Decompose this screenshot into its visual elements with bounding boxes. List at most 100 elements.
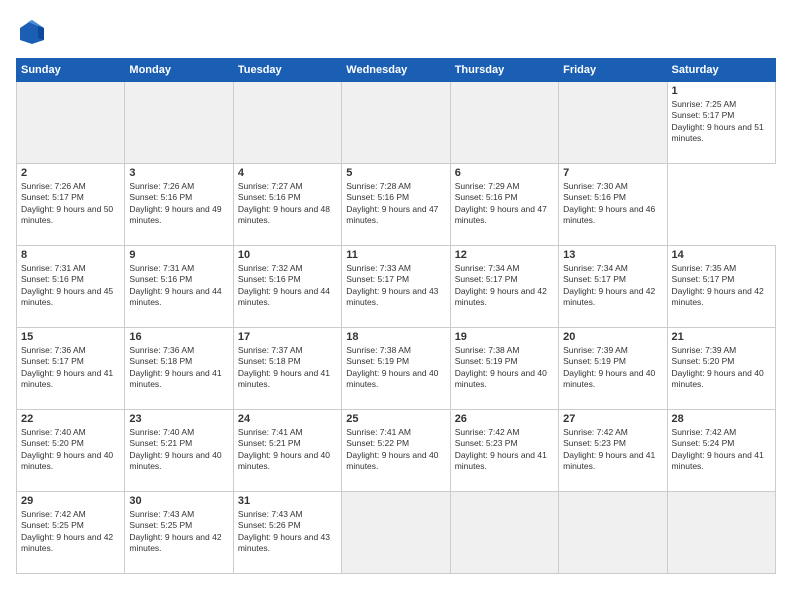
daylight: Daylight: 9 hours and 41 minutes.	[238, 368, 330, 389]
calendar-week-row: 1 Sunrise: 7:25 AM Sunset: 5:17 PM Dayli…	[17, 82, 776, 164]
daylight: Daylight: 9 hours and 40 minutes.	[563, 368, 655, 389]
day-info: Sunrise: 7:43 AM Sunset: 5:25 PM Dayligh…	[129, 509, 228, 555]
sunset: Sunset: 5:20 PM	[21, 438, 84, 448]
day-number: 19	[455, 331, 554, 343]
sunset: Sunset: 5:25 PM	[129, 520, 192, 530]
day-number: 27	[563, 413, 662, 425]
sunrise: Sunrise: 7:40 AM	[21, 427, 86, 437]
daylight: Daylight: 9 hours and 41 minutes.	[563, 450, 655, 471]
day-info: Sunrise: 7:40 AM Sunset: 5:20 PM Dayligh…	[21, 427, 120, 473]
calendar-week-row: 15 Sunrise: 7:36 AM Sunset: 5:17 PM Dayl…	[17, 328, 776, 410]
sunrise: Sunrise: 7:26 AM	[129, 181, 194, 191]
daylight: Daylight: 9 hours and 43 minutes.	[238, 532, 330, 553]
calendar-cell: 7 Sunrise: 7:30 AM Sunset: 5:16 PM Dayli…	[559, 164, 667, 246]
col-friday: Friday	[559, 59, 667, 82]
day-number: 29	[21, 495, 120, 507]
calendar-cell: 17 Sunrise: 7:37 AM Sunset: 5:18 PM Dayl…	[233, 328, 341, 410]
day-number: 20	[563, 331, 662, 343]
calendar-cell: 31 Sunrise: 7:43 AM Sunset: 5:26 PM Dayl…	[233, 492, 341, 574]
day-number: 24	[238, 413, 337, 425]
calendar-cell: 28 Sunrise: 7:42 AM Sunset: 5:24 PM Dayl…	[667, 410, 775, 492]
calendar-cell: 25 Sunrise: 7:41 AM Sunset: 5:22 PM Dayl…	[342, 410, 450, 492]
calendar-week-row: 8 Sunrise: 7:31 AM Sunset: 5:16 PM Dayli…	[17, 246, 776, 328]
sunrise: Sunrise: 7:36 AM	[129, 345, 194, 355]
sunrise: Sunrise: 7:34 AM	[563, 263, 628, 273]
day-info: Sunrise: 7:31 AM Sunset: 5:16 PM Dayligh…	[129, 263, 228, 309]
calendar-cell: 22 Sunrise: 7:40 AM Sunset: 5:20 PM Dayl…	[17, 410, 125, 492]
day-info: Sunrise: 7:42 AM Sunset: 5:23 PM Dayligh…	[455, 427, 554, 473]
sunrise: Sunrise: 7:36 AM	[21, 345, 86, 355]
day-info: Sunrise: 7:39 AM Sunset: 5:19 PM Dayligh…	[563, 345, 662, 391]
header	[16, 16, 776, 48]
calendar-cell: 8 Sunrise: 7:31 AM Sunset: 5:16 PM Dayli…	[17, 246, 125, 328]
sunrise: Sunrise: 7:27 AM	[238, 181, 303, 191]
day-info: Sunrise: 7:30 AM Sunset: 5:16 PM Dayligh…	[563, 181, 662, 227]
calendar-cell	[667, 492, 775, 574]
day-number: 5	[346, 167, 445, 179]
sunrise: Sunrise: 7:38 AM	[346, 345, 411, 355]
sunrise: Sunrise: 7:42 AM	[21, 509, 86, 519]
day-number: 30	[129, 495, 228, 507]
day-info: Sunrise: 7:25 AM Sunset: 5:17 PM Dayligh…	[672, 99, 771, 145]
sunset: Sunset: 5:19 PM	[563, 356, 626, 366]
day-info: Sunrise: 7:36 AM Sunset: 5:18 PM Dayligh…	[129, 345, 228, 391]
sunset: Sunset: 5:26 PM	[238, 520, 301, 530]
sunset: Sunset: 5:17 PM	[672, 274, 735, 284]
sunrise: Sunrise: 7:39 AM	[672, 345, 737, 355]
sunset: Sunset: 5:24 PM	[672, 438, 735, 448]
daylight: Daylight: 9 hours and 40 minutes.	[346, 450, 438, 471]
sunrise: Sunrise: 7:32 AM	[238, 263, 303, 273]
day-number: 25	[346, 413, 445, 425]
daylight: Daylight: 9 hours and 45 minutes.	[21, 286, 113, 307]
daylight: Daylight: 9 hours and 43 minutes.	[346, 286, 438, 307]
sunset: Sunset: 5:23 PM	[455, 438, 518, 448]
daylight: Daylight: 9 hours and 46 minutes.	[563, 204, 655, 225]
day-number: 15	[21, 331, 120, 343]
sunrise: Sunrise: 7:37 AM	[238, 345, 303, 355]
calendar-header-row: Sunday Monday Tuesday Wednesday Thursday…	[17, 59, 776, 82]
day-info: Sunrise: 7:39 AM Sunset: 5:20 PM Dayligh…	[672, 345, 771, 391]
day-number: 18	[346, 331, 445, 343]
daylight: Daylight: 9 hours and 41 minutes.	[455, 450, 547, 471]
day-number: 7	[563, 167, 662, 179]
day-number: 16	[129, 331, 228, 343]
day-info: Sunrise: 7:28 AM Sunset: 5:16 PM Dayligh…	[346, 181, 445, 227]
day-number: 2	[21, 167, 120, 179]
day-number: 14	[672, 249, 771, 261]
daylight: Daylight: 9 hours and 40 minutes.	[672, 368, 764, 389]
day-number: 11	[346, 249, 445, 261]
daylight: Daylight: 9 hours and 41 minutes.	[672, 450, 764, 471]
day-info: Sunrise: 7:35 AM Sunset: 5:17 PM Dayligh…	[672, 263, 771, 309]
calendar-cell: 26 Sunrise: 7:42 AM Sunset: 5:23 PM Dayl…	[450, 410, 558, 492]
sunset: Sunset: 5:18 PM	[238, 356, 301, 366]
sunset: Sunset: 5:19 PM	[346, 356, 409, 366]
col-thursday: Thursday	[450, 59, 558, 82]
calendar-cell	[450, 492, 558, 574]
calendar-week-row: 2 Sunrise: 7:26 AM Sunset: 5:17 PM Dayli…	[17, 164, 776, 246]
sunrise: Sunrise: 7:31 AM	[21, 263, 86, 273]
day-number: 3	[129, 167, 228, 179]
day-number: 17	[238, 331, 337, 343]
day-number: 22	[21, 413, 120, 425]
day-info: Sunrise: 7:42 AM Sunset: 5:25 PM Dayligh…	[21, 509, 120, 555]
sunset: Sunset: 5:25 PM	[21, 520, 84, 530]
calendar-cell: 23 Sunrise: 7:40 AM Sunset: 5:21 PM Dayl…	[125, 410, 233, 492]
calendar-cell: 2 Sunrise: 7:26 AM Sunset: 5:17 PM Dayli…	[17, 164, 125, 246]
day-info: Sunrise: 7:41 AM Sunset: 5:21 PM Dayligh…	[238, 427, 337, 473]
sunset: Sunset: 5:21 PM	[129, 438, 192, 448]
calendar-cell: 18 Sunrise: 7:38 AM Sunset: 5:19 PM Dayl…	[342, 328, 450, 410]
sunset: Sunset: 5:22 PM	[346, 438, 409, 448]
logo-icon	[16, 16, 48, 48]
day-number: 31	[238, 495, 337, 507]
sunset: Sunset: 5:23 PM	[563, 438, 626, 448]
sunrise: Sunrise: 7:41 AM	[346, 427, 411, 437]
daylight: Daylight: 9 hours and 40 minutes.	[129, 450, 221, 471]
day-number: 6	[455, 167, 554, 179]
calendar-cell: 11 Sunrise: 7:33 AM Sunset: 5:17 PM Dayl…	[342, 246, 450, 328]
daylight: Daylight: 9 hours and 47 minutes.	[346, 204, 438, 225]
day-info: Sunrise: 7:26 AM Sunset: 5:17 PM Dayligh…	[21, 181, 120, 227]
sunrise: Sunrise: 7:30 AM	[563, 181, 628, 191]
calendar-cell	[233, 82, 341, 164]
day-info: Sunrise: 7:38 AM Sunset: 5:19 PM Dayligh…	[455, 345, 554, 391]
sunrise: Sunrise: 7:33 AM	[346, 263, 411, 273]
